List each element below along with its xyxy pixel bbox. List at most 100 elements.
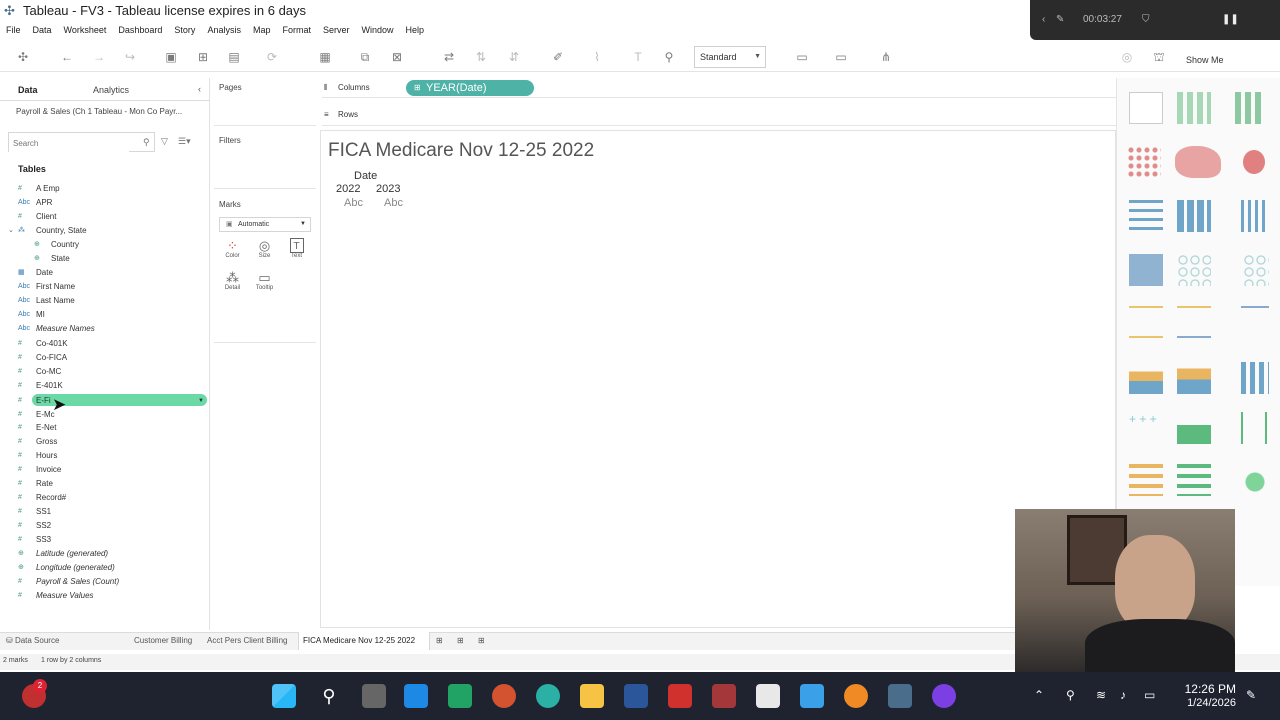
label-icon[interactable]: T <box>629 48 647 66</box>
tray-overflow-icon[interactable]: ⌃ <box>1034 688 1044 702</box>
view-options-icon[interactable]: ☰▾ <box>178 136 191 147</box>
rows-shelf[interactable]: ≡ Rows <box>322 104 1116 126</box>
store-icon[interactable] <box>404 684 428 708</box>
side-by-side-circles-chart-icon[interactable] <box>1243 254 1269 286</box>
assistant-icon[interactable]: ◎ <box>1118 48 1136 66</box>
mark-type-select[interactable]: ▣ Automatic ▼ <box>219 217 311 232</box>
tab-analytics[interactable]: Analytics <box>93 85 129 95</box>
pen-icon[interactable]: ✎ <box>1056 14 1064 25</box>
field-co-401k[interactable]: # Co-401K <box>0 337 210 351</box>
paint-icon[interactable]: ⛫ <box>1150 48 1168 66</box>
taskbar-time[interactable]: 12:26 PM <box>1180 682 1236 696</box>
field-hours[interactable]: # Hours <box>0 449 210 463</box>
size-button[interactable]: ◎ Size <box>251 238 278 266</box>
expand-plus-icon[interactable]: ⊞ <box>414 80 421 96</box>
filters-card[interactable]: Filters <box>214 131 316 189</box>
text-button[interactable]: T Text <box>283 238 310 266</box>
tab-data[interactable]: Data <box>18 85 38 95</box>
field-a-emp[interactable]: # A Emp <box>0 182 210 196</box>
replay-icon[interactable]: ↪ <box>121 48 139 66</box>
menu-help[interactable]: Help <box>406 22 425 38</box>
date-column-header[interactable]: Date <box>354 170 377 182</box>
microphone-icon[interactable]: ⚲ <box>1066 688 1075 702</box>
filled-map-chart-icon[interactable] <box>1175 146 1221 178</box>
treemap-chart-icon[interactable] <box>1129 254 1163 286</box>
photos-icon[interactable] <box>800 684 824 708</box>
text-table-chart-icon[interactable] <box>1129 92 1163 124</box>
highlight-table-chart-icon[interactable] <box>1235 92 1265 124</box>
field-ss2[interactable]: # SS2 <box>0 519 210 533</box>
lines-discrete-chart-icon[interactable] <box>1177 306 1211 338</box>
field-e-fica[interactable]: # E-Fi ▼ <box>0 394 210 408</box>
show-cards-icon[interactable]: ▭ <box>793 48 811 66</box>
refresh-icon[interactable]: ⟳ <box>263 48 281 66</box>
pause-icon[interactable]: ❚❚ <box>1222 14 1239 25</box>
menu-worksheet[interactable]: Worksheet <box>64 22 107 38</box>
field-last-name[interactable]: Abc Last Name <box>0 294 210 308</box>
new-worksheet-tab-icon[interactable]: ⊞ <box>436 636 443 645</box>
recorder-app-icon[interactable] <box>932 684 956 708</box>
acrobat-icon[interactable] <box>668 684 692 708</box>
histogram-chart-icon[interactable] <box>1177 412 1211 444</box>
field-longitude[interactable]: ⊕ Longitude (generated) <box>0 561 210 575</box>
wifi-icon[interactable]: ≋ <box>1096 688 1106 702</box>
field-record[interactable]: # Record# <box>0 491 210 505</box>
year-date-pill[interactable]: ⊞ YEAR(Date) <box>406 80 534 96</box>
field-e-mc[interactable]: # E-Mc <box>0 408 210 422</box>
datasource-name[interactable]: Payroll & Sales (Ch 1 Tableau - Mon Co P… <box>16 107 182 116</box>
field-state[interactable]: ⊕ State <box>0 252 210 266</box>
menu-data[interactable]: Data <box>33 22 52 38</box>
chevron-down-icon[interactable]: ▼ <box>198 394 204 408</box>
show-me-button[interactable]: Show Me <box>1186 55 1224 65</box>
field-count[interactable]: # Payroll & Sales (Count) <box>0 575 210 589</box>
firefox-icon[interactable] <box>844 684 868 708</box>
menu-map[interactable]: Map <box>253 22 271 38</box>
bullet-graph-chart-icon[interactable] <box>1177 464 1211 496</box>
field-measure-names[interactable]: Abc Measure Names <box>0 322 210 336</box>
collapse-pane-icon[interactable]: ‹ <box>198 84 201 94</box>
area-discrete-chart-icon[interactable] <box>1177 362 1211 394</box>
highlight-icon[interactable]: ✐ <box>549 48 567 66</box>
edge-icon[interactable] <box>536 684 560 708</box>
menu-analysis[interactable]: Analysis <box>207 22 241 38</box>
tableau-taskbar-icon[interactable] <box>888 684 912 708</box>
new-datasource-icon[interactable]: ⊞ <box>194 48 212 66</box>
text-mark[interactable]: Abc <box>384 197 403 209</box>
pin-icon[interactable]: ⚲ <box>660 48 678 66</box>
field-date[interactable]: ▦ Date <box>0 266 210 280</box>
chevron-down-icon[interactable]: ⌄ <box>8 224 14 238</box>
field-ss3[interactable]: # SS3 <box>0 533 210 547</box>
filter-icon[interactable]: ▽ <box>161 136 168 147</box>
field-rate[interactable]: # Rate <box>0 477 210 491</box>
circle-views-chart-icon[interactable] <box>1177 254 1211 286</box>
field-apr[interactable]: Abc APR <box>0 196 210 210</box>
lines-continuous-chart-icon[interactable] <box>1129 306 1163 338</box>
word-icon[interactable] <box>624 684 648 708</box>
color-button[interactable]: ⁘ Color <box>219 238 246 266</box>
heat-map-chart-icon[interactable] <box>1177 92 1211 124</box>
tab-acct-pers-client-billing[interactable]: Acct Pers Client Billing <box>207 636 287 645</box>
text-mark[interactable]: Abc <box>344 197 363 209</box>
symbol-map-chart-icon[interactable] <box>1127 146 1161 178</box>
new-dashboard-tab-icon[interactable]: ⊞ <box>457 636 464 645</box>
snipping-tool-icon[interactable] <box>756 684 780 708</box>
search-icon[interactable]: ⚲ <box>317 684 341 708</box>
menu-server[interactable]: Server <box>323 22 350 38</box>
scatter-plot-chart-icon[interactable]: + + + <box>1129 412 1163 444</box>
task-view-icon[interactable] <box>362 684 386 708</box>
group-icon[interactable]: ⌇ <box>588 48 606 66</box>
pie-chart-icon[interactable] <box>1243 150 1265 174</box>
pages-card[interactable]: Pages <box>214 78 316 126</box>
menu-file[interactable]: File <box>6 22 21 38</box>
gantt-chart-icon[interactable] <box>1129 464 1163 496</box>
field-country-state[interactable]: ⌄ ⁂ Country, State <box>0 224 210 238</box>
field-mi[interactable]: Abc MI <box>0 308 210 322</box>
taskbar-date[interactable]: 1/24/2026 <box>1170 697 1236 709</box>
field-e-net[interactable]: # E-Net <box>0 421 210 435</box>
area-continuous-chart-icon[interactable] <box>1129 362 1163 394</box>
menu-story[interactable]: Story <box>174 22 195 38</box>
collapse-arrow-icon[interactable]: ‹ <box>1042 14 1045 25</box>
sort-asc-icon[interactable]: ⇅ <box>472 48 490 66</box>
detail-button[interactable]: ⁂ Detail <box>219 270 246 298</box>
new-story-tab-icon[interactable]: ⊞ <box>478 636 485 645</box>
